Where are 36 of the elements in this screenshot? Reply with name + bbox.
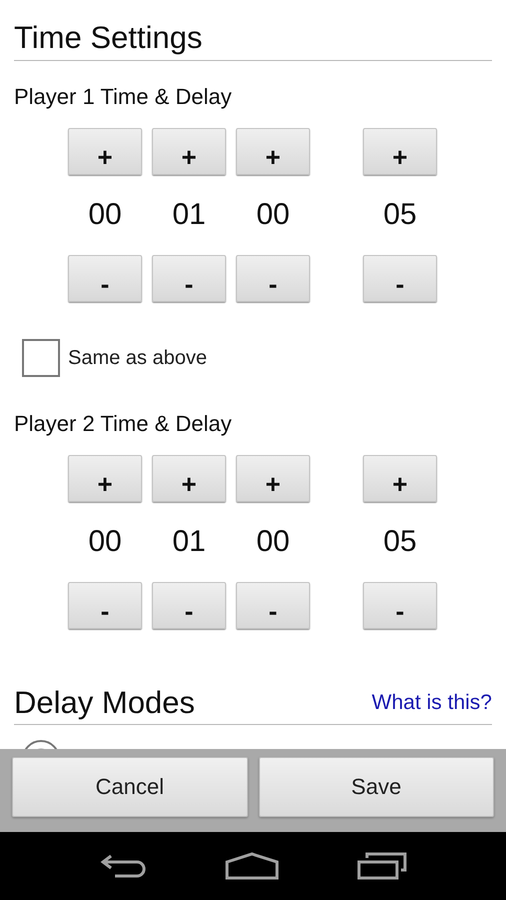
time-value: 00 [88, 197, 122, 233]
increment-button[interactable]: + [152, 128, 226, 175]
decrement-button[interactable]: - [152, 582, 226, 629]
help-link[interactable]: What is this? [372, 691, 492, 715]
time-value: 00 [256, 524, 290, 560]
delay-value: 05 [383, 197, 417, 233]
back-icon[interactable] [99, 852, 147, 880]
increment-button[interactable]: + [236, 128, 310, 175]
home-icon[interactable] [225, 852, 279, 880]
player-label: Player 2 Time & Delay [14, 410, 233, 438]
decrement-button[interactable]: - [236, 255, 310, 302]
checkbox[interactable] [22, 339, 60, 377]
increment-button[interactable]: + [363, 455, 437, 502]
decrement-button[interactable]: - [363, 255, 437, 302]
increment-button[interactable]: + [152, 455, 226, 502]
increment-button[interactable]: + [363, 128, 437, 175]
recent-apps-icon[interactable] [357, 852, 407, 880]
delay-value: 05 [383, 524, 417, 560]
decrement-button[interactable]: - [363, 582, 437, 629]
time-value: 00 [256, 197, 290, 233]
time-value: 00 [88, 524, 122, 560]
player-label: Player 1 Time & Delay [14, 83, 233, 111]
checkbox-label: Same as above [68, 346, 207, 370]
increment-button[interactable]: + [236, 455, 310, 502]
section-title: Delay Modes [14, 684, 195, 722]
increment-button[interactable]: + [68, 455, 142, 502]
decrement-button[interactable]: - [236, 582, 310, 629]
decrement-button[interactable]: - [152, 255, 226, 302]
time-value: 01 [172, 197, 206, 233]
time-value: 01 [172, 524, 206, 560]
decrement-button[interactable]: - [68, 582, 142, 629]
save-button[interactable]: Save [258, 757, 494, 817]
increment-button[interactable]: + [68, 128, 142, 175]
cancel-button[interactable]: Cancel [12, 757, 248, 817]
section-title: Time Settings [14, 19, 202, 57]
decrement-button[interactable]: - [68, 255, 142, 302]
